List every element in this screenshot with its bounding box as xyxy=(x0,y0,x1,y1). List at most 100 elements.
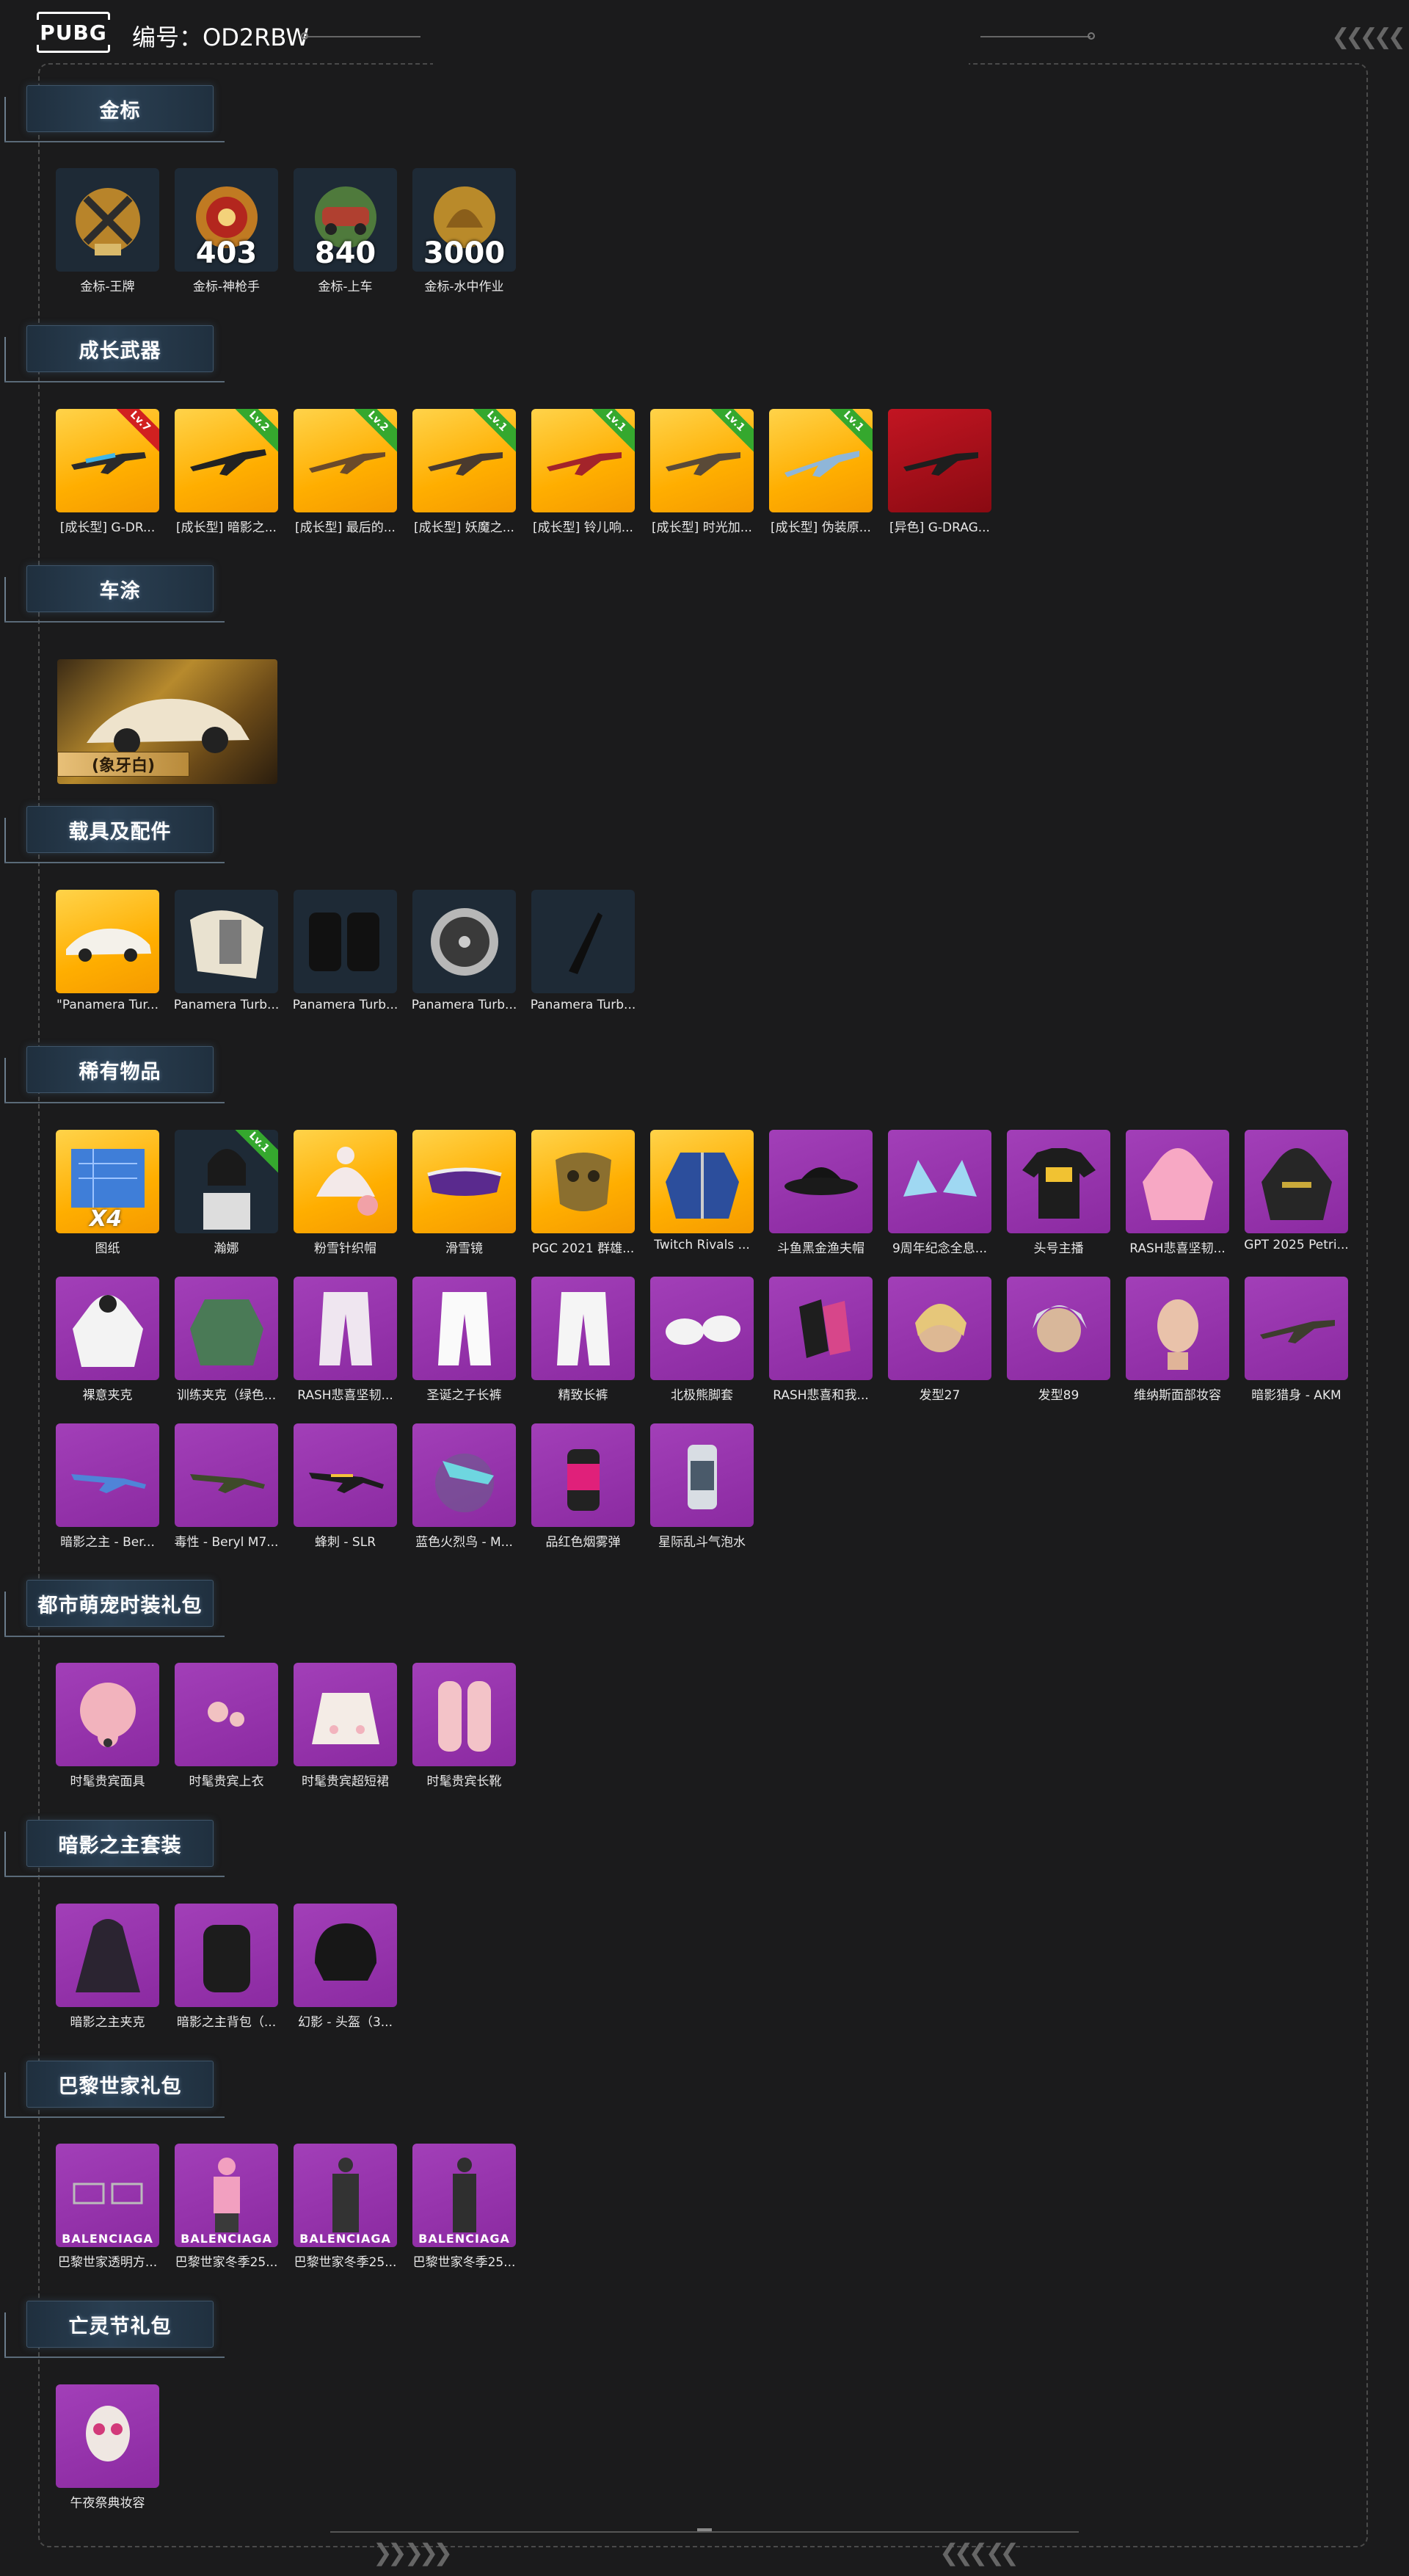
section-title-text: 都市萌宠时装礼包 xyxy=(37,1594,203,1617)
item-caption: 时髦贵宾上衣 xyxy=(189,1774,264,1789)
item-caption: 9周年纪念全息... xyxy=(892,1241,988,1256)
item-caption: GPT 2025 Petri... xyxy=(1244,1238,1349,1252)
list-item[interactable]: 金标-王牌 xyxy=(56,168,159,294)
brand-label: BALENCIAGA xyxy=(181,2232,272,2246)
list-item[interactable]: 裸意夹克 xyxy=(56,1277,159,1403)
list-item[interactable]: GPT 2025 Petri... xyxy=(1244,1130,1349,1256)
list-item[interactable]: 星际乱斗气泡水 xyxy=(650,1423,754,1550)
item-caption: 金标-水中作业 xyxy=(424,280,504,294)
list-item[interactable]: 圣诞之子长裤 xyxy=(412,1277,516,1403)
glasses-icon: BALENCIAGA xyxy=(56,2144,159,2247)
item-caption: "Panamera Tur... xyxy=(57,998,159,1012)
list-item[interactable]: [异色] G-DRAG... xyxy=(888,409,991,535)
list-item[interactable]: Panamera Turb... xyxy=(531,890,636,1012)
chevrons-top-right-icon: ❮❮❮❮❮ xyxy=(1331,24,1406,50)
list-item[interactable]: Panamera Turb... xyxy=(412,890,517,1012)
item-caption: 星际乱斗气泡水 xyxy=(658,1535,746,1550)
list-item[interactable]: BALENCIAGA 巴黎世家冬季25... xyxy=(175,2144,278,2270)
item-caption: Twitch Rivals ... xyxy=(654,1238,750,1252)
beanie-icon xyxy=(294,1130,397,1233)
list-item[interactable]: Panamera Turb... xyxy=(293,890,398,1012)
rare-row-1: X4 图纸 Lv.1 瀚娜 粉雪针织帽 滑雪镜 PGC 2021 群雄... Twi… xyxy=(56,1130,1349,1256)
list-item[interactable]: 时髦贵宾上衣 xyxy=(175,1663,278,1789)
emblem-vehicle-icon: 840 xyxy=(294,168,397,272)
list-item[interactable]: 暗影猎身 - AKM xyxy=(1245,1277,1348,1403)
skull-makeup-icon xyxy=(56,2384,159,2488)
rifle-icon: Lv.1 xyxy=(531,409,635,512)
list-item[interactable]: 斗鱼黑金渔夫帽 xyxy=(769,1130,873,1256)
car-skin-card[interactable]: (象牙白) xyxy=(57,659,277,784)
list-item[interactable]: BALENCIAGA 巴黎世家透明方... xyxy=(56,2144,159,2270)
list-item[interactable]: 训练夹克（绿色... xyxy=(175,1277,278,1403)
list-item[interactable]: 840 金标-上车 xyxy=(294,168,397,294)
list-item[interactable]: PGC 2021 群雄... xyxy=(531,1130,635,1256)
item-caption: 蓝色火烈鸟 - M... xyxy=(415,1535,513,1550)
list-item[interactable]: 时髦贵宾超短裙 xyxy=(294,1663,397,1789)
list-item[interactable]: 毒性 - Beryl M7... xyxy=(175,1423,278,1550)
list-item[interactable]: 粉雪针织帽 xyxy=(294,1130,397,1256)
outfit-icon: BALENCIAGA xyxy=(175,2144,278,2247)
item-caption: Panamera Turb... xyxy=(411,998,517,1012)
pet-top-icon xyxy=(175,1663,278,1766)
rifle-icon: Lv.2 xyxy=(175,409,278,512)
weapon-row: Lv.7 [成长型] G-DR... Lv.2 [成长型] 暗影之... Lv.2 [… xyxy=(56,409,991,535)
list-item[interactable]: Lv.1 [成长型] 妖魔之... xyxy=(412,409,516,535)
pet-pack-row: 时髦贵宾面具 时髦贵宾上衣 时髦贵宾超短裙 时髦贵宾长靴 xyxy=(56,1663,516,1789)
list-item[interactable]: BALENCIAGA 巴黎世家冬季25... xyxy=(294,2144,397,2270)
list-item[interactable]: Lv.2 [成长型] 最后的... xyxy=(294,409,397,535)
car-icon xyxy=(56,890,159,993)
rifle-icon xyxy=(1245,1277,1348,1380)
list-item[interactable]: 暗影之主背包（... xyxy=(175,1904,278,2030)
list-item[interactable]: Lv.1 [成长型] 铃儿响... xyxy=(531,409,635,535)
list-item[interactable]: Lv.1 [成长型] 时光加... xyxy=(650,409,754,535)
section-title-text: 成长武器 xyxy=(79,339,161,363)
list-item[interactable]: 蓝色火烈鸟 - M... xyxy=(412,1423,516,1550)
list-item[interactable]: 午夜祭典妆容 xyxy=(56,2384,159,2511)
list-item[interactable]: Lv.7 [成长型] G-DR... xyxy=(56,409,159,535)
list-item[interactable]: X4 图纸 xyxy=(56,1130,159,1256)
list-item[interactable]: Lv.1 瀚娜 xyxy=(175,1130,278,1256)
list-item[interactable]: "Panamera Tur... xyxy=(56,890,159,1012)
list-item[interactable]: 精致长裤 xyxy=(531,1277,635,1403)
item-caption: 暗影之主 - Ber... xyxy=(60,1535,155,1550)
list-item[interactable]: 滑雪镜 xyxy=(412,1130,516,1256)
list-item[interactable]: 暗影之主夹克 xyxy=(56,1904,159,2030)
item-caption: 金标-上车 xyxy=(318,280,373,294)
list-item[interactable]: 幻影 - 头盔（3... xyxy=(294,1904,397,2030)
list-item[interactable]: 暗影之主 - Ber... xyxy=(56,1423,159,1550)
list-item[interactable]: RASH悲喜坚韧... xyxy=(294,1277,397,1403)
item-count: 840 xyxy=(314,236,376,270)
item-caption: 午夜祭典妆容 xyxy=(70,2496,145,2511)
item-caption: 品红色烟雾弹 xyxy=(545,1535,621,1550)
list-item[interactable]: Panamera Turb... xyxy=(174,890,279,1012)
item-count: 3000 xyxy=(423,236,506,270)
list-item[interactable]: 品红色烟雾弹 xyxy=(531,1423,635,1550)
list-item[interactable]: BALENCIAGA 巴黎世家冬季25... xyxy=(412,2144,516,2270)
item-caption: 巴黎世家冬季25... xyxy=(294,2255,397,2270)
list-item[interactable]: RASH悲喜坚韧... xyxy=(1126,1130,1229,1256)
list-item[interactable]: 头号主播 xyxy=(1007,1130,1110,1256)
vehicle-row: "Panamera Tur... Panamera Turb... Paname… xyxy=(56,890,636,1012)
section-title-text: 巴黎世家礼包 xyxy=(58,2075,182,2098)
list-item[interactable]: RASH悲喜和我... xyxy=(769,1277,873,1403)
list-item[interactable]: 发型27 xyxy=(888,1277,991,1403)
section-title-car-skin: 车涂 xyxy=(4,556,225,623)
list-item[interactable]: 时髦贵宾面具 xyxy=(56,1663,159,1789)
list-item[interactable]: Lv.2 [成长型] 暗影之... xyxy=(175,409,278,535)
list-item[interactable]: 蜂刺 - SLR xyxy=(294,1423,397,1550)
hoodie-icon xyxy=(1126,1130,1229,1233)
list-item[interactable]: Twitch Rivals ... xyxy=(650,1130,754,1256)
list-item[interactable]: 403 金标-神枪手 xyxy=(175,168,278,294)
list-item[interactable]: Lv.1 [成长型] 伪装原... xyxy=(769,409,873,535)
section-title-pet-pack: 都市萌宠时装礼包 xyxy=(4,1571,225,1637)
list-item[interactable]: 9周年纪念全息... xyxy=(888,1130,991,1256)
list-item[interactable]: 发型89 xyxy=(1007,1277,1110,1403)
item-caption: 滑雪镜 xyxy=(445,1241,483,1256)
list-item[interactable]: 维纳斯面部妆容 xyxy=(1126,1277,1229,1403)
list-item[interactable]: 3000 金标-水中作业 xyxy=(412,168,516,294)
list-item[interactable]: 时髦贵宾长靴 xyxy=(412,1663,516,1789)
item-caption: 圣诞之子长裤 xyxy=(426,1388,502,1403)
item-caption: 时髦贵宾超短裙 xyxy=(302,1774,389,1789)
list-item[interactable]: 北极熊脚套 xyxy=(650,1277,754,1403)
item-caption: [成长型] 最后的... xyxy=(295,520,396,535)
